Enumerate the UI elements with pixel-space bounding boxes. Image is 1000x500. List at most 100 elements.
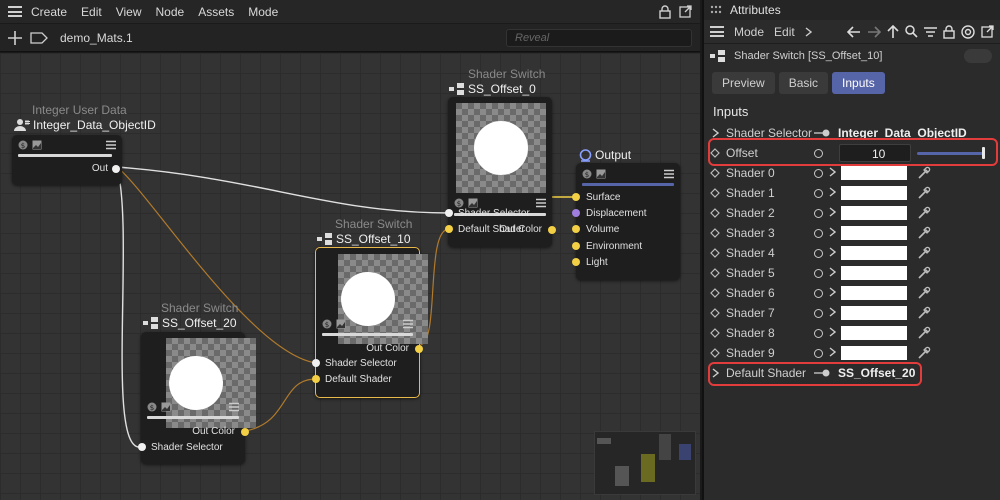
shader-color-swatch[interactable]	[841, 166, 907, 180]
attributes-edit-menu[interactable]: Edit	[774, 25, 795, 39]
ss10-default-shader-port[interactable]	[312, 375, 320, 383]
output-volume-port[interactable]	[572, 225, 580, 233]
menu-assets[interactable]: Assets	[198, 5, 234, 19]
menu-lines-icon[interactable]	[664, 169, 674, 179]
shader-port-icon[interactable]	[814, 288, 823, 298]
eyedropper-icon[interactable]	[917, 186, 931, 200]
eyedropper-icon[interactable]	[917, 206, 931, 220]
shader-port-icon[interactable]	[814, 328, 823, 338]
keyframe-diamond-icon[interactable]	[710, 348, 720, 358]
chevron-right-icon[interactable]	[829, 246, 837, 260]
lock-icon[interactable]	[659, 4, 671, 19]
chevron-right-icon[interactable]	[829, 226, 837, 240]
menu-lines-icon[interactable]	[536, 198, 546, 208]
document-name[interactable]: demo_Mats.1	[60, 31, 133, 45]
ss0-out-color-port[interactable]	[548, 226, 556, 234]
eyedropper-icon[interactable]	[917, 166, 931, 180]
menu-lines-icon[interactable]	[229, 402, 239, 412]
shader-color-swatch[interactable]	[841, 206, 907, 220]
shader-port-icon[interactable]	[814, 208, 823, 218]
menu-node[interactable]: Node	[156, 5, 185, 19]
keyframe-diamond-icon[interactable]	[710, 248, 720, 258]
keyframe-diamond-icon[interactable]	[710, 288, 720, 298]
ss20-out-color-port[interactable]	[241, 428, 249, 436]
offset-port-icon[interactable]	[814, 148, 823, 158]
ss10-shader-selector-port[interactable]	[312, 359, 320, 367]
port-connected-icon[interactable]	[814, 129, 832, 137]
chevron-right-icon[interactable]	[829, 186, 837, 200]
shader-color-swatch[interactable]	[841, 326, 907, 340]
arrow-left-icon[interactable]	[847, 25, 861, 39]
shader-color-swatch[interactable]	[841, 266, 907, 280]
hamburger-menu-icon[interactable]	[8, 6, 22, 17]
tab-basic[interactable]: Basic	[778, 72, 829, 94]
keyframe-diamond-icon[interactable]	[710, 148, 720, 158]
shader-color-swatch[interactable]	[841, 226, 907, 240]
eyedropper-icon[interactable]	[917, 306, 931, 320]
output-displacement-port[interactable]	[572, 209, 580, 217]
keyframe-diamond-icon[interactable]	[710, 308, 720, 318]
chevron-right-icon[interactable]	[829, 286, 837, 300]
shader-port-icon[interactable]	[814, 348, 823, 358]
node-graph-canvas[interactable]: Integer User Data Integer_Data_ObjectID …	[0, 53, 700, 500]
eyedropper-icon[interactable]	[917, 326, 931, 340]
shader-selector-value[interactable]: Integer_Data_ObjectID	[838, 126, 967, 140]
eyedropper-icon[interactable]	[917, 246, 931, 260]
chevron-right-icon[interactable]	[829, 166, 837, 180]
chevron-right-icon[interactable]	[829, 206, 837, 220]
menu-lines-icon[interactable]	[403, 319, 413, 329]
ss0-default-shader-port[interactable]	[445, 225, 453, 233]
tab-preview[interactable]: Preview	[712, 72, 775, 94]
shader-port-icon[interactable]	[814, 168, 823, 178]
eyedropper-icon[interactable]	[917, 266, 931, 280]
shader-color-swatch[interactable]	[841, 186, 907, 200]
eyedropper-icon[interactable]	[917, 346, 931, 360]
integer-user-data-node[interactable]: $ Out	[12, 135, 122, 185]
menu-create[interactable]: Create	[31, 5, 67, 19]
output-light-port[interactable]	[572, 258, 580, 266]
new-window-icon[interactable]	[981, 25, 994, 39]
add-icon[interactable]	[8, 30, 22, 45]
chevron-right-icon[interactable]	[829, 346, 837, 360]
output-surface-port[interactable]	[572, 193, 580, 201]
menu-edit[interactable]: Edit	[81, 5, 102, 19]
default-shader-value[interactable]: SS_Offset_20	[838, 366, 915, 380]
integer-out-port[interactable]	[112, 165, 120, 173]
chevron-right-icon[interactable]	[712, 368, 719, 378]
reveal-search-input[interactable]: Reveal	[506, 29, 692, 47]
shader-color-swatch[interactable]	[841, 346, 907, 360]
new-window-icon[interactable]	[679, 5, 692, 19]
arrow-right-icon[interactable]	[867, 25, 881, 39]
shader-port-icon[interactable]	[814, 268, 823, 278]
ss10-out-color-port[interactable]	[415, 345, 423, 353]
object-toggle[interactable]	[964, 49, 992, 63]
chevron-right-icon[interactable]	[829, 326, 837, 340]
menu-view[interactable]: View	[116, 5, 142, 19]
offset-slider[interactable]	[917, 146, 985, 159]
eyedropper-icon[interactable]	[917, 226, 931, 240]
chevron-right-icon[interactable]	[829, 266, 837, 280]
search-icon[interactable]	[905, 25, 918, 39]
shader-port-icon[interactable]	[814, 188, 823, 198]
keyframe-diamond-icon[interactable]	[710, 268, 720, 278]
keyframe-diamond-icon[interactable]	[710, 188, 720, 198]
port-connected-icon[interactable]	[814, 369, 832, 377]
keyframe-diamond-icon[interactable]	[710, 328, 720, 338]
output-environment-port[interactable]	[572, 242, 580, 250]
keyframe-diamond-icon[interactable]	[710, 168, 720, 178]
ss0-shader-selector-port[interactable]	[445, 209, 453, 217]
tab-inputs[interactable]: Inputs	[832, 72, 885, 94]
shader-port-icon[interactable]	[814, 308, 823, 318]
tag-icon[interactable]	[30, 31, 48, 44]
node-minimap[interactable]	[594, 431, 696, 495]
shader-color-swatch[interactable]	[841, 246, 907, 260]
shader-port-icon[interactable]	[814, 248, 823, 258]
chevron-right-icon[interactable]	[829, 306, 837, 320]
shader-color-swatch[interactable]	[841, 306, 907, 320]
eyedropper-icon[interactable]	[917, 286, 931, 300]
keyframe-diamond-icon[interactable]	[710, 208, 720, 218]
chevron-right-icon[interactable]	[712, 128, 719, 138]
chevron-right-icon[interactable]	[805, 26, 812, 37]
ss20-shader-selector-port[interactable]	[138, 443, 146, 451]
filter-icon[interactable]	[924, 25, 937, 39]
